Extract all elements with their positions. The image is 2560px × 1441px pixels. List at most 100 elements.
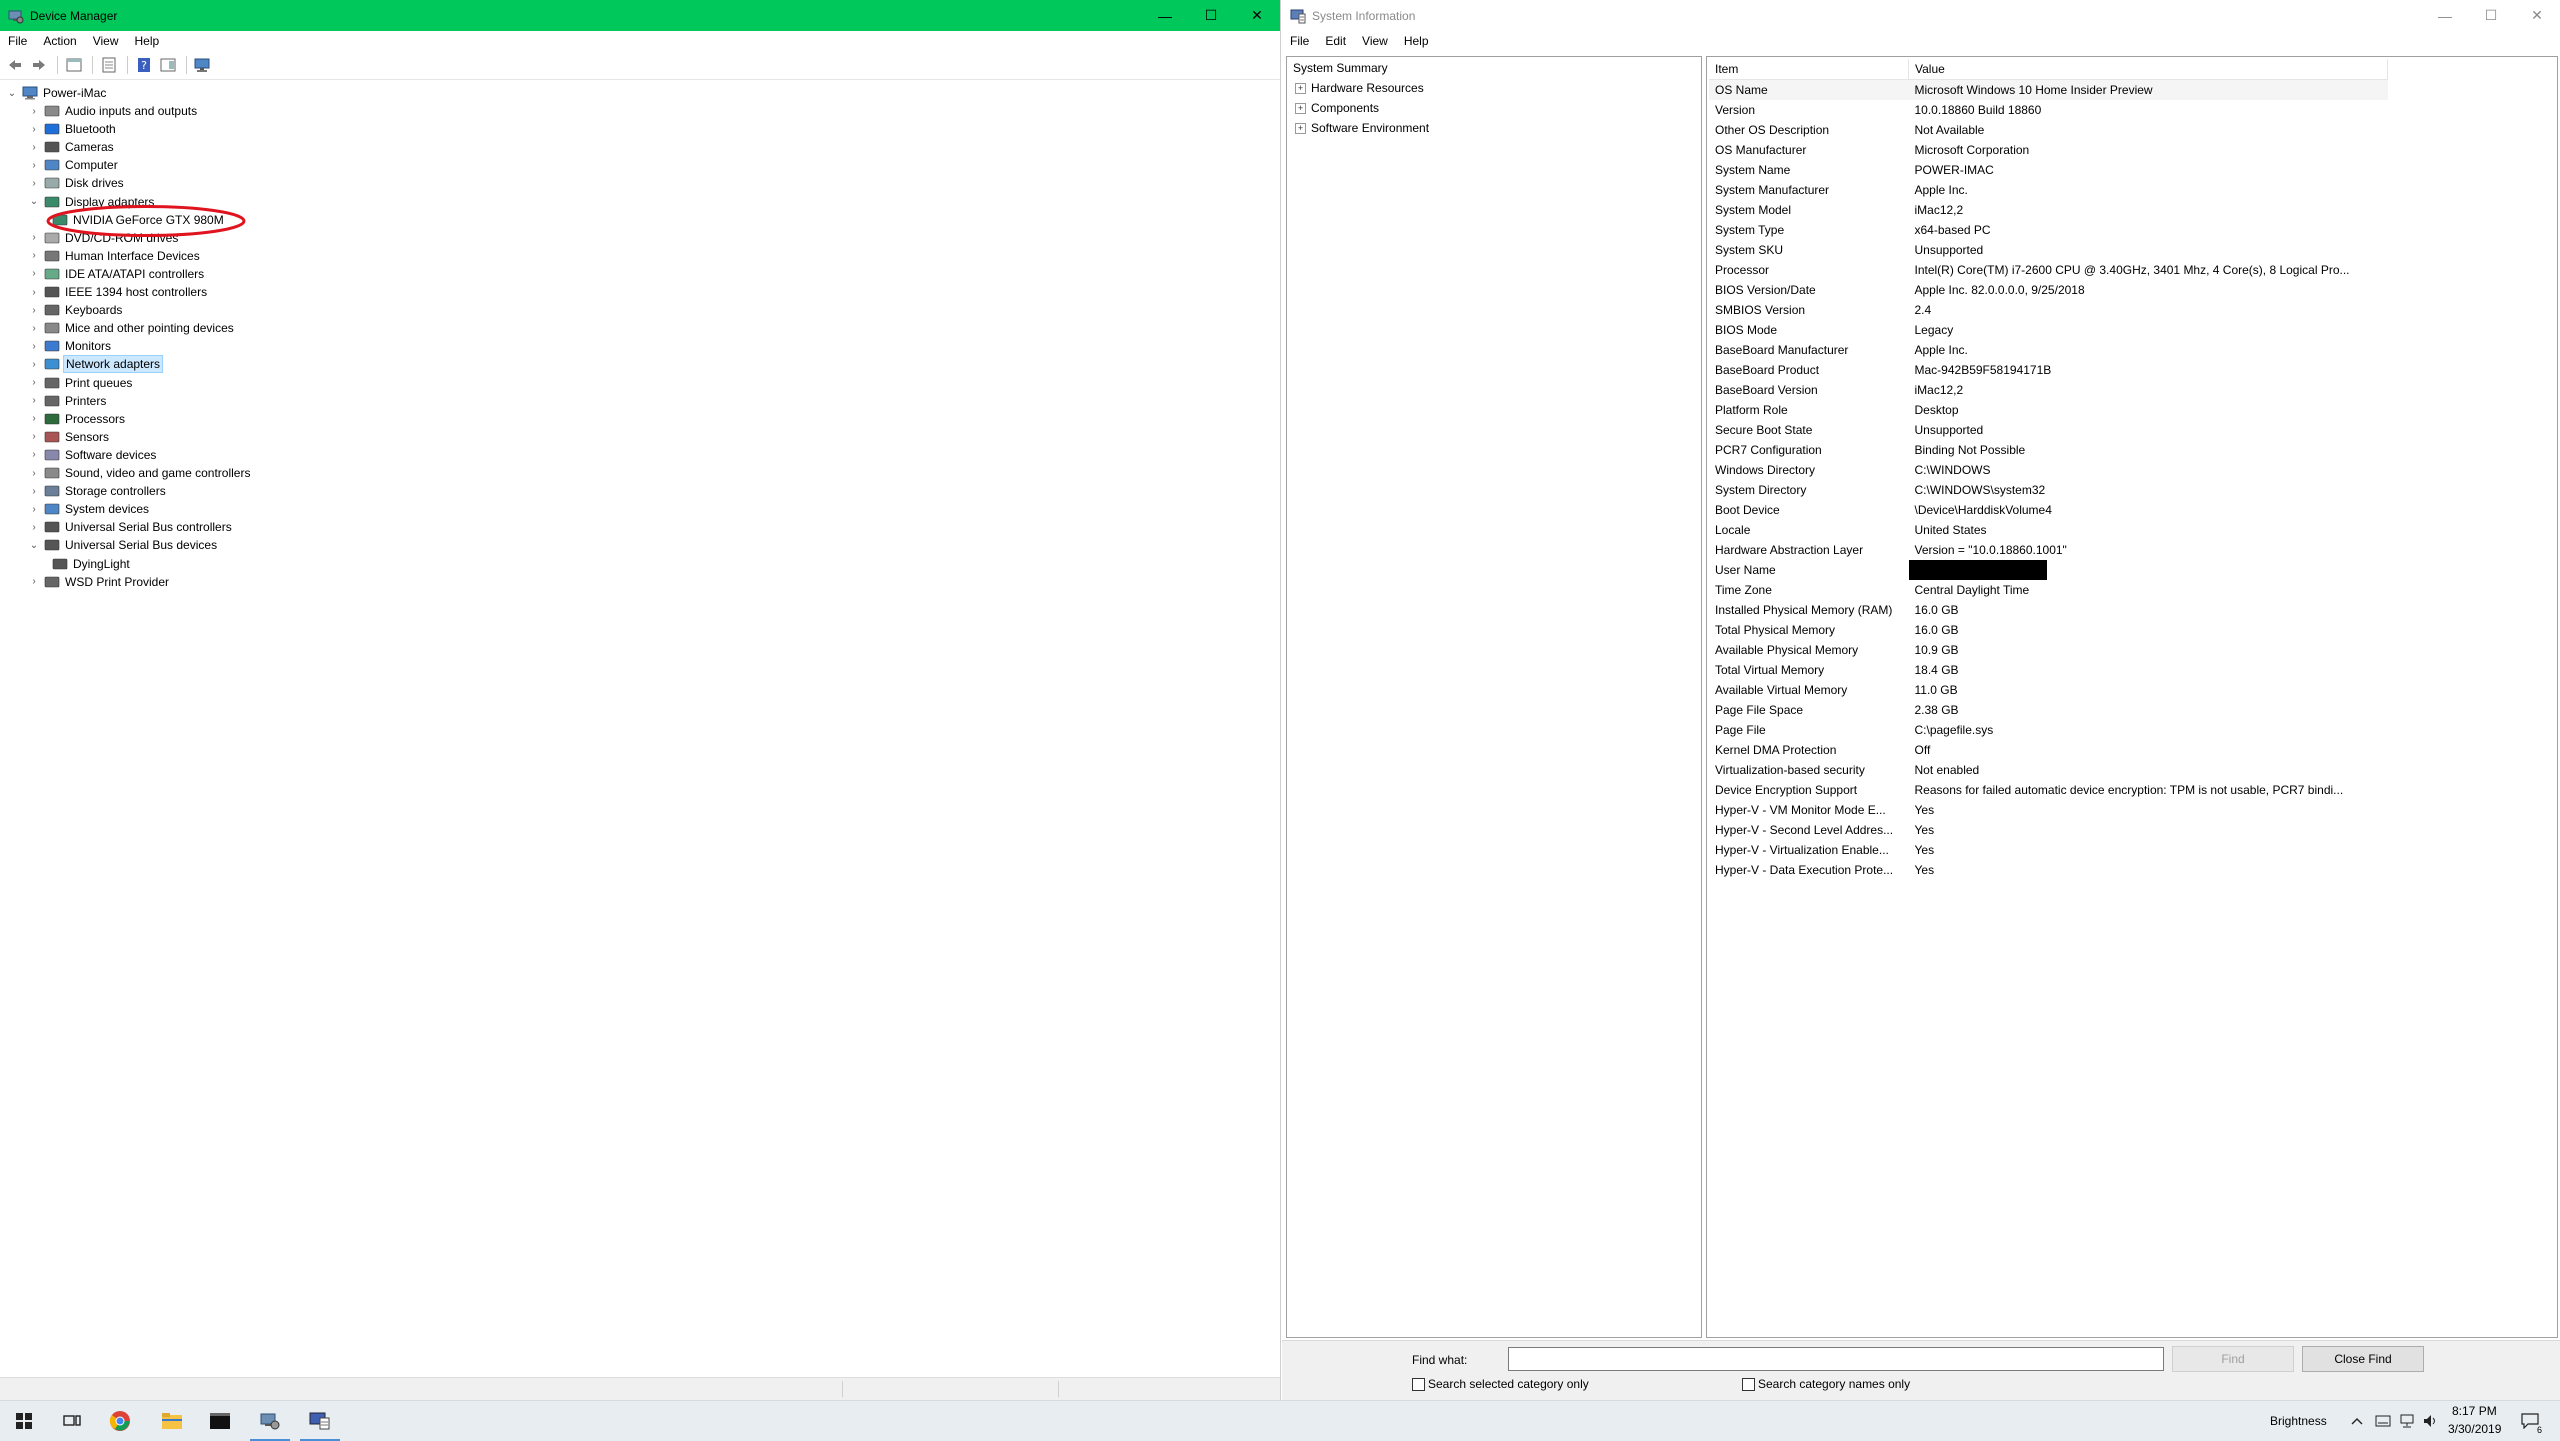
chevron-right-icon[interactable]: › bbox=[28, 304, 40, 316]
chevron-down-icon[interactable]: ⌄ bbox=[6, 87, 18, 99]
table-row[interactable]: Version 10.0.18860 Build 18860 bbox=[1709, 100, 2388, 120]
network-tray-icon[interactable] bbox=[2396, 1401, 2418, 1441]
minimize-button[interactable]: — bbox=[1142, 0, 1188, 31]
close-button[interactable]: ✕ bbox=[2514, 0, 2560, 31]
table-row[interactable]: Windows Directory C:\WINDOWS bbox=[1709, 460, 2388, 480]
chevron-right-icon[interactable]: › bbox=[28, 123, 40, 135]
chevron-right-icon[interactable]: › bbox=[28, 576, 40, 588]
chevron-right-icon[interactable]: › bbox=[28, 521, 40, 533]
tree-root[interactable]: ⌄ Power-iMac bbox=[6, 84, 108, 102]
tree-node[interactable]: › DVD/CD-ROM drives bbox=[28, 229, 180, 247]
menu-action[interactable]: Action bbox=[35, 34, 84, 48]
tree-node[interactable]: › Human Interface Devices bbox=[28, 247, 202, 265]
menu-file[interactable]: File bbox=[1282, 34, 1317, 48]
table-row[interactable]: System Manufacturer Apple Inc. bbox=[1709, 180, 2388, 200]
chevron-right-icon[interactable]: › bbox=[28, 340, 40, 352]
table-row[interactable]: Total Virtual Memory 18.4 GB bbox=[1709, 660, 2388, 680]
tree-node[interactable]: › Audio inputs and outputs bbox=[28, 102, 199, 120]
chevron-right-icon[interactable]: › bbox=[28, 268, 40, 280]
table-row[interactable]: Page File Space 2.38 GB bbox=[1709, 700, 2388, 720]
clock-date[interactable]: 3/30/2019 bbox=[2448, 1422, 2501, 1436]
clock-time[interactable]: 8:17 PM bbox=[2452, 1404, 2497, 1418]
chevron-right-icon[interactable]: › bbox=[28, 467, 40, 479]
table-row[interactable]: Hyper-V - Data Execution Prote... Yes bbox=[1709, 860, 2388, 880]
table-row[interactable]: System Model iMac12,2 bbox=[1709, 200, 2388, 220]
terminal-icon[interactable] bbox=[196, 1401, 244, 1441]
system-information-taskbar-icon[interactable] bbox=[296, 1401, 344, 1441]
expand-plus-icon[interactable]: + bbox=[1295, 82, 1306, 94]
start-icon[interactable] bbox=[0, 1401, 48, 1441]
tree-node[interactable]: › Disk drives bbox=[28, 174, 126, 192]
table-row[interactable]: BIOS Version/Date Apple Inc. 82.0.0.0.0, … bbox=[1709, 280, 2388, 300]
tree-item-software-environment[interactable]: + Software Environment bbox=[1295, 119, 1429, 137]
table-row[interactable]: Kernel DMA Protection Off bbox=[1709, 740, 2388, 760]
tree-node[interactable]: ⌄ Universal Serial Bus devices bbox=[28, 536, 219, 554]
chevron-right-icon[interactable]: › bbox=[28, 232, 40, 244]
column-header-value[interactable]: Value bbox=[1908, 59, 2388, 80]
forward-arrow-icon[interactable] bbox=[28, 54, 50, 76]
table-row[interactable]: OS Name Microsoft Windows 10 Home Insider… bbox=[1709, 79, 2388, 100]
chevron-right-icon[interactable]: › bbox=[28, 431, 40, 443]
menu-edit[interactable]: Edit bbox=[1317, 34, 1354, 48]
chevron-right-icon[interactable]: › bbox=[28, 413, 40, 425]
find-what-input[interactable] bbox=[1508, 1347, 2164, 1371]
tree-node[interactable]: ⌄ Display adapters bbox=[28, 193, 156, 211]
table-row[interactable]: BaseBoard Version iMac12,2 bbox=[1709, 380, 2388, 400]
table-row[interactable]: BaseBoard Manufacturer Apple Inc. bbox=[1709, 340, 2388, 360]
brightness-label[interactable]: Brightness bbox=[2270, 1414, 2327, 1428]
menu-view[interactable]: View bbox=[85, 34, 127, 48]
tree-node[interactable]: › IDE ATA/ATAPI controllers bbox=[28, 265, 206, 283]
chevron-right-icon[interactable]: › bbox=[28, 286, 40, 298]
tree-item-hardware-resources[interactable]: + Hardware Resources bbox=[1295, 79, 1424, 97]
table-row[interactable]: Hyper-V - Second Level Addres... Yes bbox=[1709, 820, 2388, 840]
chevron-right-icon[interactable]: › bbox=[28, 177, 40, 189]
tree-item-components[interactable]: + Components bbox=[1295, 99, 1379, 117]
close-find-button[interactable]: Close Find bbox=[2302, 1346, 2424, 1372]
maximize-button[interactable]: ☐ bbox=[2468, 0, 2514, 31]
table-row[interactable]: Other OS Description Not Available bbox=[1709, 120, 2388, 140]
checkbox[interactable] bbox=[1412, 1377, 1425, 1391]
table-row[interactable]: Processor Intel(R) Core(TM) i7-2600 CPU @… bbox=[1709, 260, 2388, 280]
table-row[interactable]: System Directory C:\WINDOWS\system32 bbox=[1709, 480, 2388, 500]
search-category-names-checkbox[interactable]: Search category names only bbox=[1742, 1377, 1910, 1391]
minimize-button[interactable]: — bbox=[2422, 0, 2468, 31]
table-row[interactable]: SMBIOS Version 2.4 bbox=[1709, 300, 2388, 320]
chevron-right-icon[interactable]: › bbox=[28, 395, 40, 407]
table-row[interactable]: Hardware Abstraction Layer Version = "10.… bbox=[1709, 540, 2388, 560]
chevron-right-icon[interactable]: › bbox=[28, 449, 40, 461]
table-row[interactable]: Boot Device \Device\HarddiskVolume4 bbox=[1709, 500, 2388, 520]
table-row[interactable]: Available Physical Memory 10.9 GB bbox=[1709, 640, 2388, 660]
tree-node[interactable]: DyingLight bbox=[52, 555, 132, 573]
search-selected-category-checkbox[interactable]: Search selected category only bbox=[1412, 1377, 1589, 1391]
tree-node[interactable]: › Network adapters bbox=[28, 355, 164, 374]
chevron-right-icon[interactable]: › bbox=[28, 358, 40, 370]
table-row[interactable]: Hyper-V - VM Monitor Mode E... Yes bbox=[1709, 800, 2388, 820]
column-header-item[interactable]: Item bbox=[1709, 59, 1909, 80]
table-row[interactable]: System Name POWER-IMAC bbox=[1709, 160, 2388, 180]
expand-plus-icon[interactable]: + bbox=[1295, 122, 1306, 134]
tree-node[interactable]: › Processors bbox=[28, 410, 127, 428]
table-row[interactable]: Available Virtual Memory 11.0 GB bbox=[1709, 680, 2388, 700]
table-row[interactable]: BaseBoard Product Mac-942B59F58194171B bbox=[1709, 360, 2388, 380]
task-view-icon[interactable] bbox=[48, 1401, 96, 1441]
chevron-right-icon[interactable]: › bbox=[28, 105, 40, 117]
table-row[interactable]: System SKU Unsupported bbox=[1709, 240, 2388, 260]
tree-node[interactable]: › Mice and other pointing devices bbox=[28, 319, 236, 337]
table-row[interactable]: Hyper-V - Virtualization Enable... Yes bbox=[1709, 840, 2388, 860]
tree-node[interactable]: › Print queues bbox=[28, 374, 134, 392]
tree-node[interactable]: › Software devices bbox=[28, 446, 158, 464]
close-button[interactable]: ✕ bbox=[1234, 0, 1280, 31]
show-hide-action-pane-icon[interactable] bbox=[157, 54, 179, 76]
table-row[interactable]: Page File C:\pagefile.sys bbox=[1709, 720, 2388, 740]
expand-plus-icon[interactable]: + bbox=[1295, 102, 1306, 114]
maximize-button[interactable]: ☐ bbox=[1188, 0, 1234, 31]
table-row[interactable]: User Name bbox=[1709, 560, 2388, 580]
table-row[interactable]: Time Zone Central Daylight Time bbox=[1709, 580, 2388, 600]
scan-hardware-changes-icon[interactable] bbox=[192, 54, 214, 76]
tree-node[interactable]: › Sensors bbox=[28, 428, 111, 446]
table-row[interactable]: OS Manufacturer Microsoft Corporation bbox=[1709, 140, 2388, 160]
menu-file[interactable]: File bbox=[0, 34, 35, 48]
keyboard-tray-icon[interactable] bbox=[2372, 1401, 2394, 1441]
table-row[interactable]: Device Encryption Support Reasons for fai… bbox=[1709, 780, 2388, 800]
device-manager-titlebar[interactable]: Device Manager — ☐ ✕ bbox=[0, 0, 1280, 31]
